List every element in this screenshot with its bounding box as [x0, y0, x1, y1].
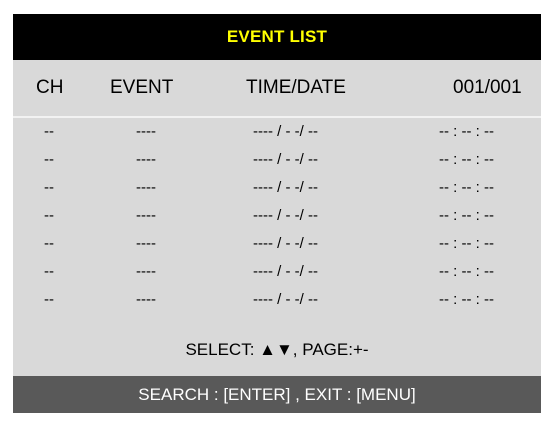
row-date: ---- / - -/ -- — [253, 291, 318, 308]
table-row[interactable]: -- ---- ---- / - -/ -- -- : -- : -- — [13, 202, 541, 229]
table-row[interactable]: -- ---- ---- / - -/ -- -- : -- : -- — [13, 286, 541, 313]
event-rows: -- ---- ---- / - -/ -- -- : -- : -- -- -… — [13, 118, 541, 344]
row-date: ---- / - -/ -- — [253, 235, 318, 252]
row-time: -- : -- : -- — [439, 207, 494, 224]
row-date: ---- / - -/ -- — [253, 123, 318, 140]
row-event: ---- — [136, 179, 156, 196]
row-time: -- : -- : -- — [439, 263, 494, 280]
row-channel: -- — [44, 151, 54, 168]
event-list-window: EVENT LIST CH EVENT TIME/DATE 001/001 --… — [13, 14, 541, 413]
row-event: ---- — [136, 123, 156, 140]
row-date: ---- / - -/ -- — [253, 207, 318, 224]
row-date: ---- / - -/ -- — [253, 263, 318, 280]
row-time: -- : -- : -- — [439, 179, 494, 196]
row-channel: -- — [44, 123, 54, 140]
column-header-event: EVENT — [110, 77, 174, 98]
table-row[interactable]: -- ---- ---- / - -/ -- -- : -- : -- — [13, 174, 541, 201]
select-hint: SELECT: ▲▼, PAGE:+- — [185, 340, 369, 359]
row-event: ---- — [136, 207, 156, 224]
row-time: -- : -- : -- — [439, 151, 494, 168]
row-event: ---- — [136, 263, 156, 280]
row-time: -- : -- : -- — [439, 291, 494, 308]
row-channel: -- — [44, 291, 54, 308]
table-row[interactable]: -- ---- ---- / - -/ -- -- : -- : -- — [13, 118, 541, 145]
column-header-time-date: TIME/DATE — [246, 77, 346, 98]
row-channel: -- — [44, 263, 54, 280]
row-channel: -- — [44, 179, 54, 196]
table-row[interactable]: -- ---- ---- / - -/ -- -- : -- : -- — [13, 230, 541, 257]
row-event: ---- — [136, 291, 156, 308]
table-row[interactable]: -- ---- ---- / - -/ -- -- : -- : -- — [13, 146, 541, 173]
row-time: -- : -- : -- — [439, 235, 494, 252]
page-indicator: 001/001 — [453, 77, 522, 98]
row-event: ---- — [136, 151, 156, 168]
column-header-ch: CH — [36, 77, 64, 98]
row-event: ---- — [136, 235, 156, 252]
row-date: ---- / - -/ -- — [253, 179, 318, 196]
footer-bar: SEARCH : [ENTER] , EXIT : [MENU] — [13, 376, 541, 413]
column-header-row: CH EVENT TIME/DATE 001/001 — [13, 60, 541, 116]
footer-hint: SEARCH : [ENTER] , EXIT : [MENU] — [138, 384, 416, 404]
event-list-title: EVENT LIST — [226, 27, 328, 46]
row-date: ---- / - -/ -- — [253, 151, 318, 168]
row-time: -- : -- : -- — [439, 123, 494, 140]
row-channel: -- — [44, 235, 54, 252]
title-bar: EVENT LIST — [13, 14, 541, 60]
row-channel: -- — [44, 207, 54, 224]
table-row[interactable]: -- ---- ---- / - -/ -- -- : -- : -- — [13, 258, 541, 285]
